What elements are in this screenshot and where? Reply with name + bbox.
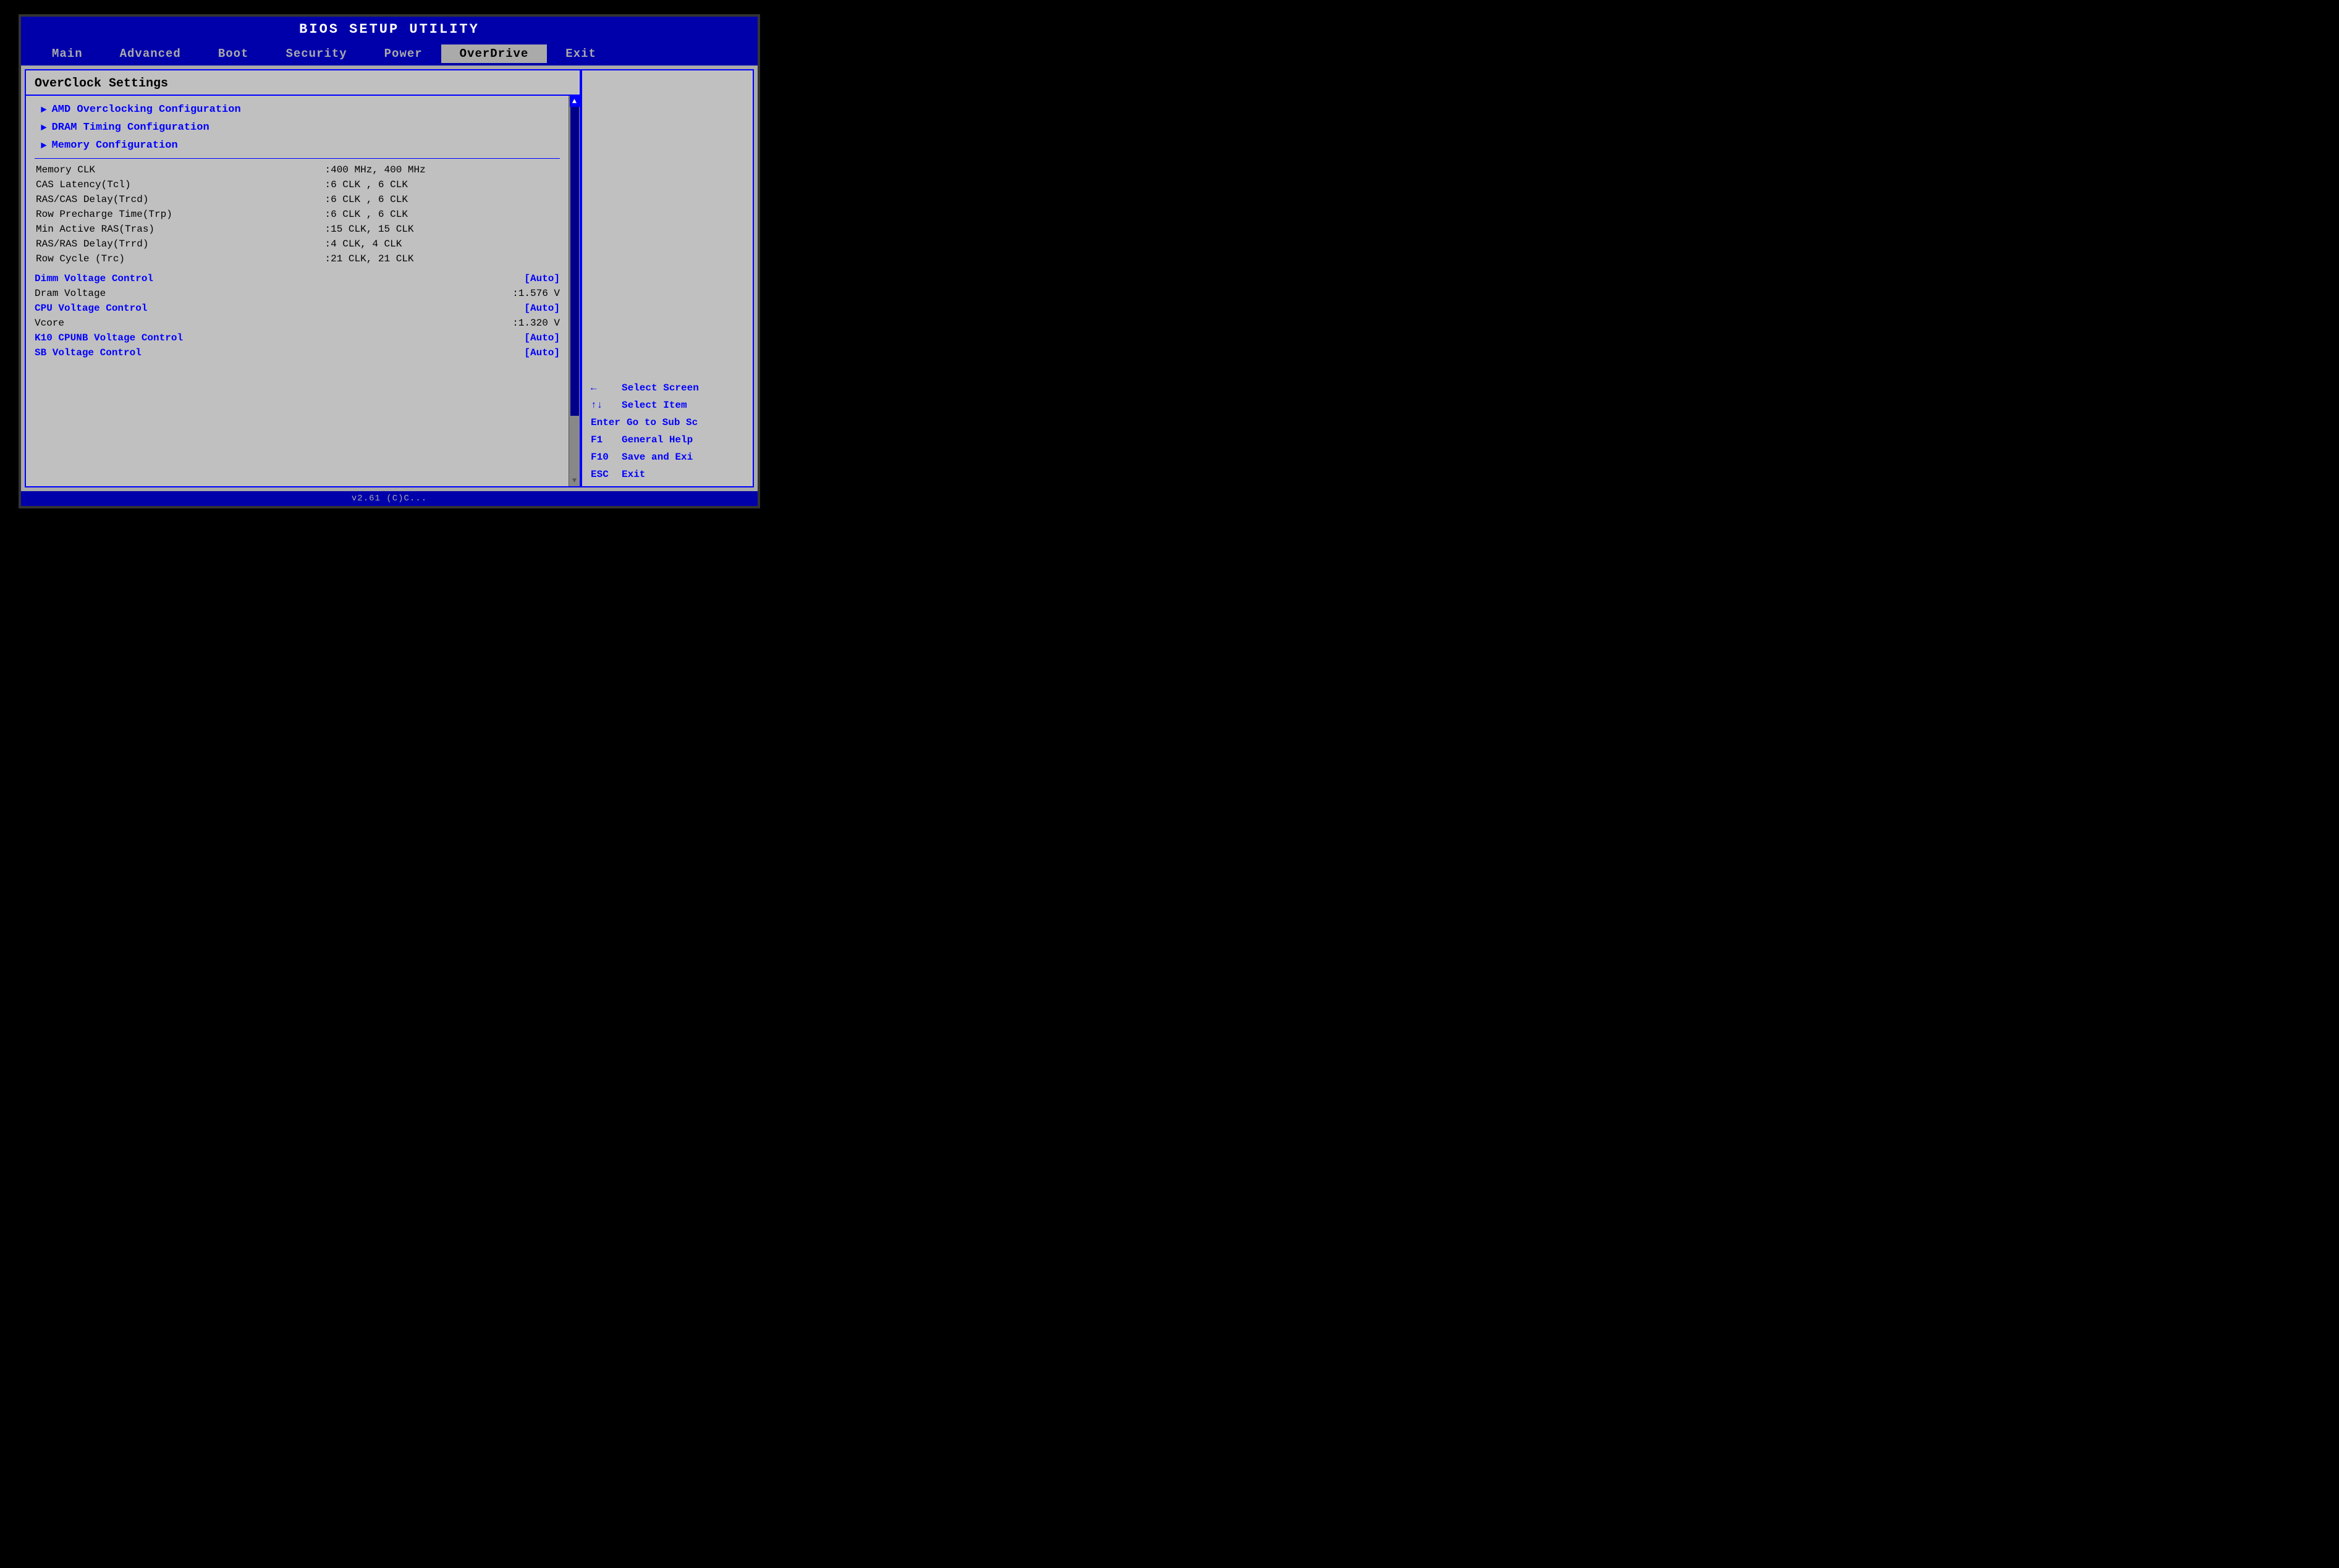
content-area: OverClock Settings ► AMD Overclocking Co… <box>21 65 758 491</box>
arrow-icon: ► <box>41 104 47 116</box>
bios-title: BIOS SETUP UTILITY <box>21 17 758 42</box>
help-desc: Exit <box>622 469 645 480</box>
submenu-dram[interactable]: ► DRAM Timing Configuration <box>35 119 560 137</box>
voltage-label: Dram Voltage <box>35 288 106 299</box>
voltage-label: SB Voltage Control <box>35 347 142 358</box>
help-desc: Select Item <box>622 400 687 411</box>
side-panel: ← Select Screen ↑↓ Select Item Enter Go … <box>581 69 754 487</box>
table-row: CAS Latency(Tcl) :6 CLK , 6 CLK <box>35 177 560 192</box>
menu-advanced[interactable]: Advanced <box>101 44 200 63</box>
row-value: :21 CLK, 21 CLK <box>324 251 560 266</box>
scrollbar[interactable]: ▲ ▼ <box>569 96 580 486</box>
voltage-value: :1.576 V <box>512 288 560 299</box>
voltage-row[interactable]: Dimm Voltage Control [Auto] <box>35 271 560 286</box>
voltage-label: K10 CPUNB Voltage Control <box>35 332 183 344</box>
arrow-icon: ► <box>41 140 47 151</box>
scroll-down-arrow[interactable]: ▼ <box>570 475 580 486</box>
table-row: Row Precharge Time(Trp) :6 CLK , 6 CLK <box>35 207 560 222</box>
help-desc: Go to Sub Sc <box>627 417 698 428</box>
row-label: CAS Latency(Tcl) <box>35 177 324 192</box>
main-panel: OverClock Settings ► AMD Overclocking Co… <box>25 69 581 487</box>
row-value: :15 CLK, 15 CLK <box>324 222 560 237</box>
voltage-row[interactable]: CPU Voltage Control [Auto] <box>35 301 560 316</box>
row-value: :4 CLK, 4 CLK <box>324 237 560 251</box>
arrow-icon: ► <box>41 122 47 133</box>
panel-title: OverClock Settings <box>26 70 580 96</box>
table-row: Min Active RAS(Tras) :15 CLK, 15 CLK <box>35 222 560 237</box>
row-value: :400 MHz, 400 MHz <box>324 162 560 177</box>
voltage-label: CPU Voltage Control <box>35 303 147 314</box>
menu-boot[interactable]: Boot <box>200 44 268 63</box>
row-label: Row Precharge Time(Trp) <box>35 207 324 222</box>
help-key: ESC <box>591 469 615 480</box>
submenu-memory[interactable]: ► Memory Configuration <box>35 137 560 154</box>
voltage-row[interactable]: Vcore :1.320 V <box>35 316 560 331</box>
help-row: F10 Save and Exi <box>591 452 744 463</box>
help-key: F10 <box>591 452 615 463</box>
help-key: Enter <box>591 417 620 428</box>
voltage-label: Vcore <box>35 318 64 329</box>
scroll-up-arrow[interactable]: ▲ <box>570 96 580 107</box>
menu-overdrive[interactable]: OverDrive <box>441 44 548 63</box>
voltage-value: [Auto] <box>524 303 560 314</box>
voltage-row[interactable]: SB Voltage Control [Auto] <box>35 345 560 360</box>
row-value: :6 CLK , 6 CLK <box>324 192 560 207</box>
help-section: ← Select Screen ↑↓ Select Item Enter Go … <box>591 382 744 480</box>
menu-main[interactable]: Main <box>33 44 101 63</box>
table-row: RAS/CAS Delay(Trcd) :6 CLK , 6 CLK <box>35 192 560 207</box>
row-value: :6 CLK , 6 CLK <box>324 177 560 192</box>
help-row: ↑↓ Select Item <box>591 400 744 411</box>
bottom-bar: v2.61 (C)C... <box>21 491 758 506</box>
info-table: Memory CLK :400 MHz, 400 MHz CAS Latency… <box>35 162 560 266</box>
row-label: RAS/RAS Delay(Trrd) <box>35 237 324 251</box>
row-label: Memory CLK <box>35 162 324 177</box>
table-row: Row Cycle (Trc) :21 CLK, 21 CLK <box>35 251 560 266</box>
help-desc: Save and Exi <box>622 452 693 463</box>
help-key: ← <box>591 382 615 394</box>
submenu-amd[interactable]: ► AMD Overclocking Configuration <box>35 101 560 119</box>
table-row: Memory CLK :400 MHz, 400 MHz <box>35 162 560 177</box>
panel-content: ► AMD Overclocking Configuration ► DRAM … <box>26 96 569 486</box>
menu-security[interactable]: Security <box>267 44 365 63</box>
help-key: F1 <box>591 434 615 445</box>
help-key: ↑↓ <box>591 400 615 411</box>
bios-container: BIOS SETUP UTILITY Main Advanced Boot Se… <box>19 14 760 508</box>
row-value: :6 CLK , 6 CLK <box>324 207 560 222</box>
help-desc: Select Screen <box>622 382 699 394</box>
divider <box>35 158 560 159</box>
voltage-label: Dimm Voltage Control <box>35 273 153 284</box>
row-label: RAS/CAS Delay(Trcd) <box>35 192 324 207</box>
row-label: Min Active RAS(Tras) <box>35 222 324 237</box>
help-row: F1 General Help <box>591 434 744 445</box>
voltage-value: [Auto] <box>524 347 560 358</box>
scroll-thumb[interactable] <box>570 107 579 416</box>
row-label: Row Cycle (Trc) <box>35 251 324 266</box>
help-desc: General Help <box>622 434 693 445</box>
help-row: Enter Go to Sub Sc <box>591 417 744 428</box>
voltage-value: [Auto] <box>524 273 560 284</box>
table-row: RAS/RAS Delay(Trrd) :4 CLK, 4 CLK <box>35 237 560 251</box>
voltage-section: Dimm Voltage Control [Auto] Dram Voltage… <box>35 271 560 360</box>
help-row: ← Select Screen <box>591 382 744 394</box>
menu-power[interactable]: Power <box>366 44 441 63</box>
voltage-row[interactable]: Dram Voltage :1.576 V <box>35 286 560 301</box>
voltage-value: [Auto] <box>524 332 560 344</box>
help-row: ESC Exit <box>591 469 744 480</box>
voltage-row[interactable]: K10 CPUNB Voltage Control [Auto] <box>35 331 560 345</box>
menu-bar: Main Advanced Boot Security Power OverDr… <box>21 42 758 65</box>
menu-exit[interactable]: Exit <box>547 44 615 63</box>
voltage-value: :1.320 V <box>512 318 560 329</box>
